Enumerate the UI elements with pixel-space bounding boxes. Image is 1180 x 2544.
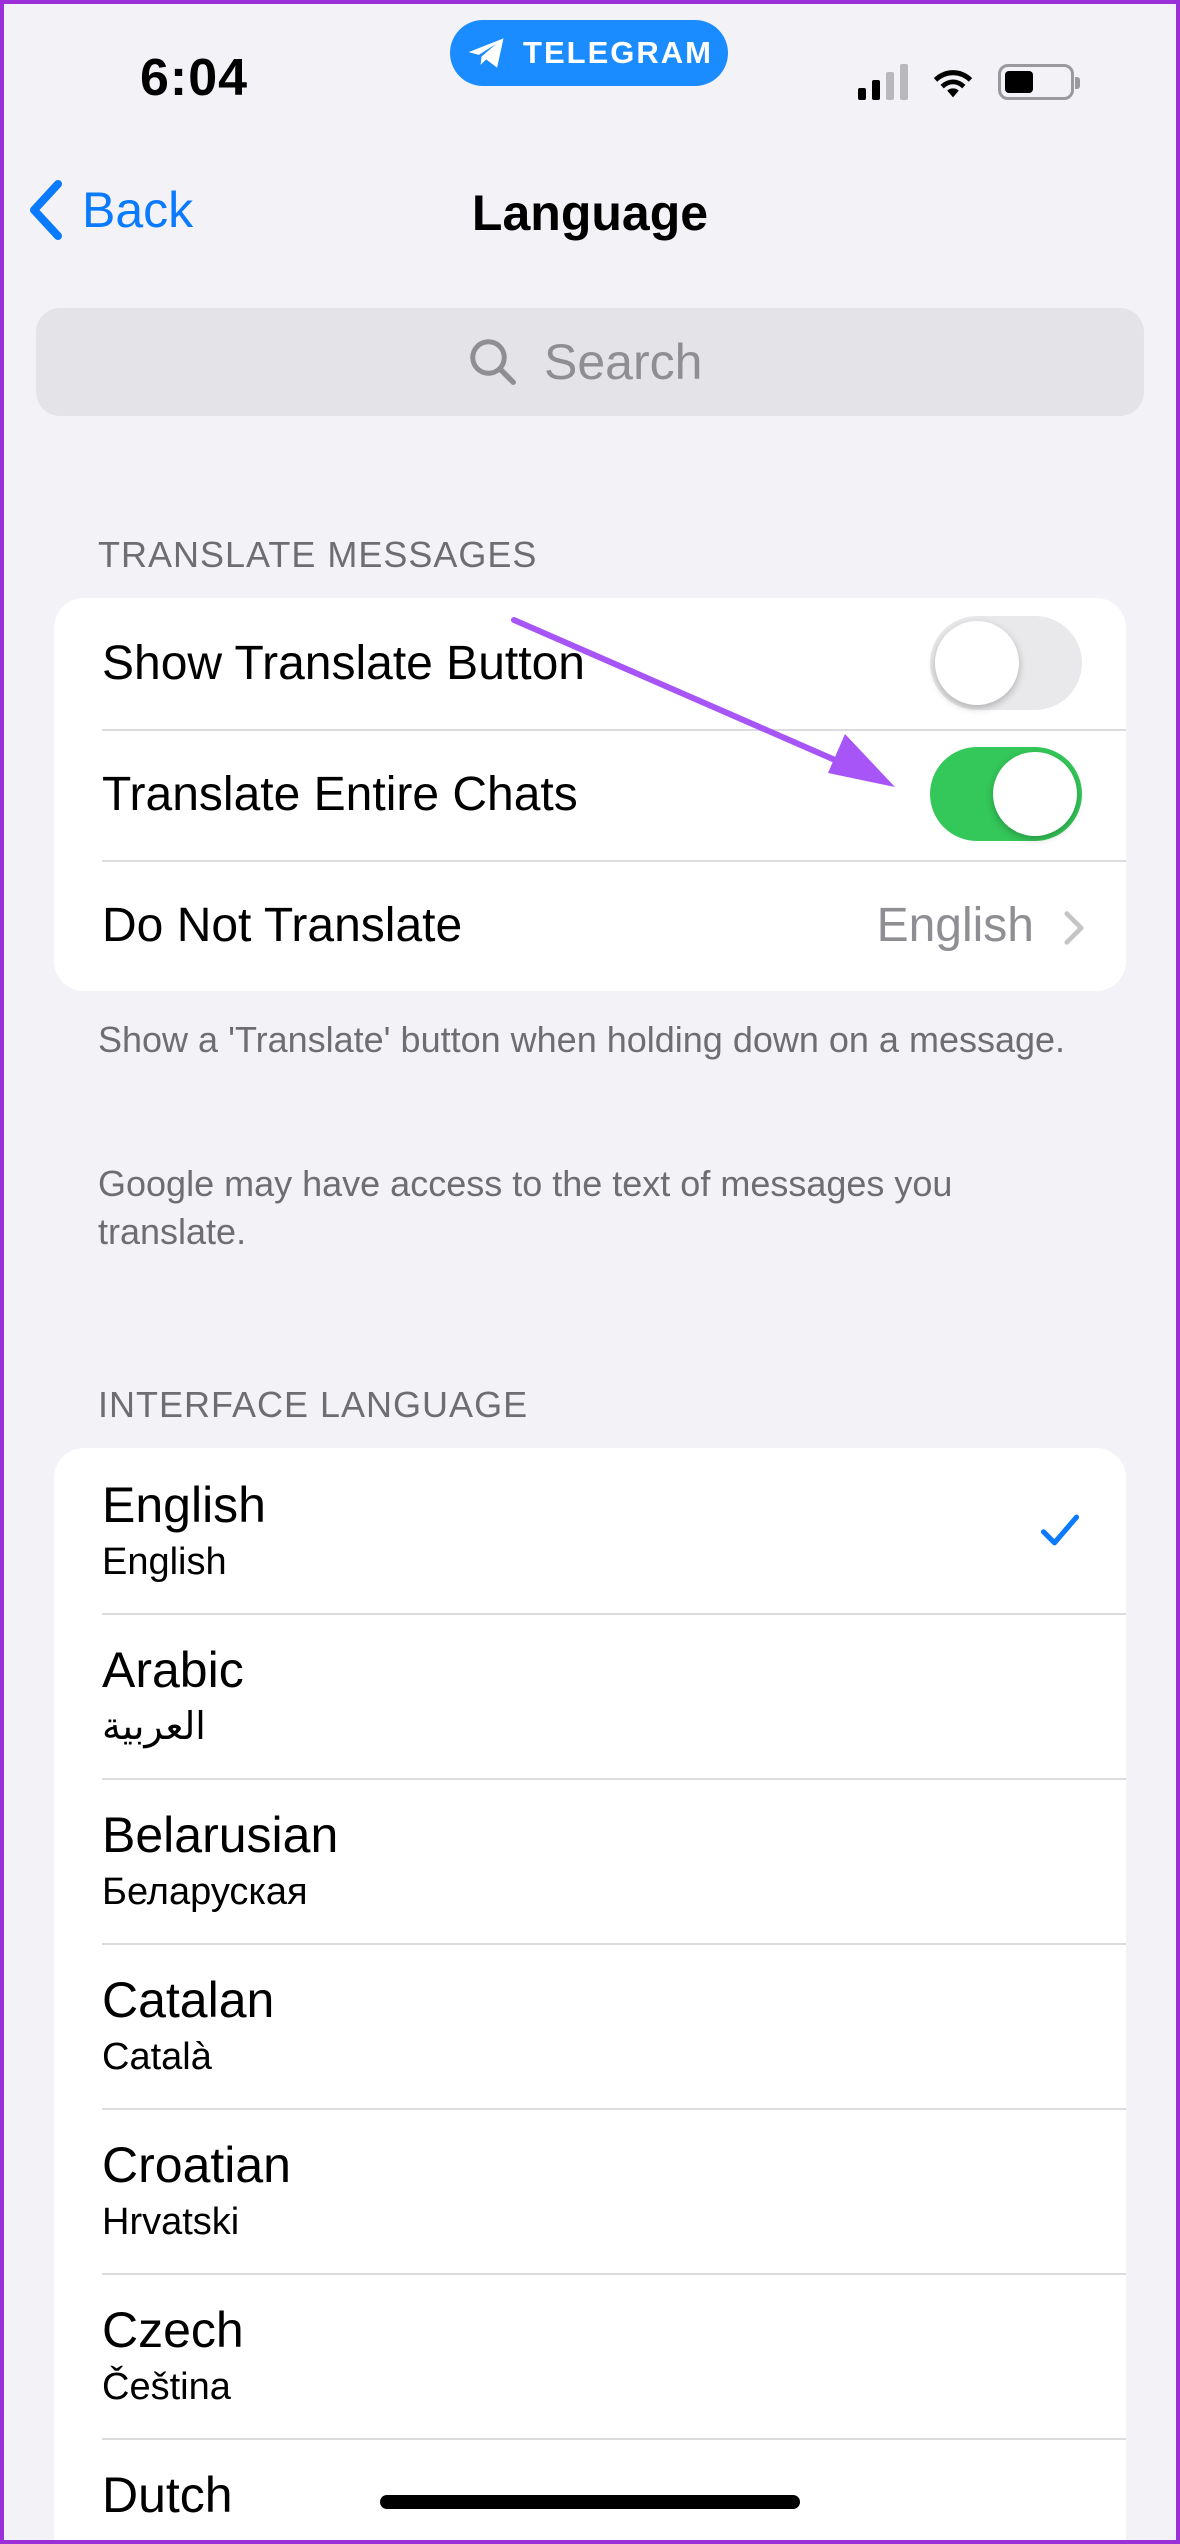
battery-icon (998, 64, 1080, 100)
translate-settings-group: Show Translate Button Translate Entire C… (54, 598, 1126, 991)
checkmark-icon (1040, 1514, 1080, 1546)
home-indicator (380, 2495, 800, 2509)
language-list: English English Arabic العربية Belarusia… (54, 1448, 1126, 2544)
page-title: Language (471, 185, 709, 241)
language-row-english[interactable]: English English (54, 1448, 1126, 1613)
show-translate-button-row[interactable]: Show Translate Button (54, 598, 1126, 729)
search-input[interactable] (544, 333, 714, 391)
language-native-name: Čeština (102, 2366, 231, 2408)
telegram-pill-label: TELEGRAM (523, 35, 713, 70)
do-not-translate-row[interactable]: Do Not Translate English (54, 860, 1126, 991)
wifi-icon (933, 70, 973, 98)
do-not-translate-label: Do Not Translate (102, 899, 463, 952)
status-icons (858, 60, 1080, 104)
language-native-name: العربية (102, 1706, 206, 1748)
status-time: 6:04 (140, 49, 249, 107)
translate-footer-note: Show a 'Translate' button when holding d… (98, 1019, 1066, 1060)
interface-language-header: INTERFACE LANGUAGE (98, 1384, 529, 1425)
language-name: Croatian (102, 2137, 291, 2193)
navigation-bar: Back Language (0, 160, 1180, 260)
search-icon (470, 339, 516, 385)
language-row-belarusian[interactable]: Belarusian Беларуская (54, 1778, 1126, 1943)
translate-entire-chats-row[interactable]: Translate Entire Chats (54, 729, 1126, 860)
language-row-catalan[interactable]: Catalan Català (54, 1943, 1126, 2108)
translate-entire-chats-label: Translate Entire Chats (102, 768, 578, 821)
cellular-signal-icon (858, 64, 908, 100)
language-native-name: Català (102, 2036, 212, 2078)
language-row-dutch[interactable]: Dutch (54, 2438, 1126, 2544)
translate-entire-chats-toggle[interactable] (930, 747, 1082, 841)
toggle-knob (935, 621, 1019, 705)
search-bar[interactable] (36, 308, 1144, 416)
language-row-czech[interactable]: Czech Čeština (54, 2273, 1126, 2438)
language-row-croatian[interactable]: Croatian Hrvatski (54, 2108, 1126, 2273)
language-row-arabic[interactable]: Arabic العربية (54, 1613, 1126, 1778)
language-name: English (102, 1477, 266, 1533)
status-bar: 6:04 TELEGRAM (0, 0, 1180, 150)
language-native-name: Беларуская (102, 1871, 308, 1913)
language-name: Czech (102, 2302, 244, 2358)
language-native-name: English (102, 1541, 227, 1583)
show-translate-button-toggle[interactable] (930, 616, 1082, 710)
battery-fill (1005, 71, 1033, 93)
translate-section-header: TRANSLATE MESSAGES (98, 534, 538, 575)
toggle-knob (993, 752, 1077, 836)
language-native-name: Hrvatski (102, 2201, 240, 2243)
telegram-plane-icon (468, 38, 504, 68)
translate-privacy-note: Google may have access to the text of me… (98, 1163, 953, 1252)
language-name: Arabic (102, 1642, 244, 1698)
chevron-right-icon (1064, 911, 1084, 945)
do-not-translate-value: English (876, 899, 1034, 952)
language-name: Belarusian (102, 1807, 339, 1863)
telegram-pill[interactable]: TELEGRAM (450, 20, 728, 86)
language-name: Catalan (102, 1972, 275, 2028)
show-translate-button-label: Show Translate Button (102, 637, 585, 690)
